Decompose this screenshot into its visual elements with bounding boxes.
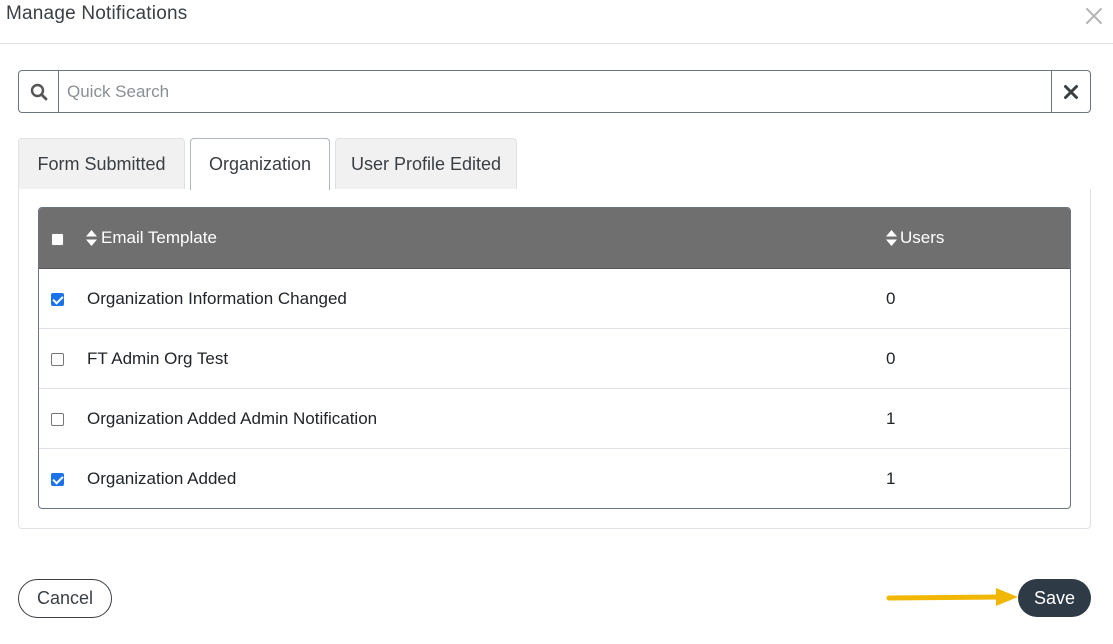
tab-user-profile-edited[interactable]: User Profile Edited <box>335 138 517 189</box>
cancel-button[interactable]: Cancel <box>18 579 112 618</box>
tab-form-submitted[interactable]: Form Submitted <box>18 138 185 189</box>
table-row: Organization Added 1 <box>39 449 1070 508</box>
template-name: Organization Information Changed <box>87 289 347 308</box>
sort-icon <box>886 230 897 246</box>
row-checkbox[interactable] <box>51 412 64 426</box>
tab-label: User Profile Edited <box>350 153 502 174</box>
table-row: FT Admin Org Test 0 <box>39 329 1070 389</box>
search-icon <box>30 83 47 100</box>
template-name: Organization Added Admin Notification <box>87 409 378 428</box>
column-header-label: Email Template <box>101 228 217 247</box>
row-checkbox[interactable] <box>51 352 64 366</box>
tab-label: Form Submitted <box>37 153 166 174</box>
column-header-users[interactable]: Users <box>886 208 944 268</box>
arrow-icon <box>886 588 1018 606</box>
close-icon[interactable] <box>1085 7 1103 25</box>
table-row: Organization Information Changed 0 <box>39 269 1070 329</box>
table-header: Email Template Users <box>39 208 1070 269</box>
notifications-table: Email Template Users Organization Inform… <box>38 207 1071 509</box>
users-count: 0 <box>886 349 896 368</box>
modal-title: Manage Notifications <box>6 3 188 24</box>
column-header-email-template[interactable]: Email Template <box>86 208 217 268</box>
clear-search-button[interactable] <box>1051 71 1090 112</box>
search-addon <box>19 71 59 112</box>
row-checkbox[interactable] <box>51 472 64 486</box>
table-row: Organization Added Admin Notification 1 <box>39 389 1070 449</box>
close-icon <box>1064 84 1078 99</box>
users-count: 0 <box>886 289 896 308</box>
template-name: FT Admin Org Test <box>87 349 229 368</box>
template-name: Organization Added <box>87 469 237 488</box>
column-header-label: Users <box>900 228 945 247</box>
select-all-checkbox[interactable] <box>51 233 64 246</box>
select-all-cell <box>51 208 64 268</box>
tab-organization[interactable]: Organization <box>190 138 330 190</box>
users-count: 1 <box>886 469 896 488</box>
tab-label: Organization <box>208 154 312 174</box>
save-button[interactable]: Save <box>1018 579 1091 617</box>
sort-icon <box>86 230 97 246</box>
modal-header: Manage Notifications <box>0 0 1113 44</box>
search-bar <box>18 70 1091 113</box>
row-checkbox[interactable] <box>51 292 64 306</box>
users-count: 1 <box>886 409 896 428</box>
search-input[interactable] <box>59 71 1051 112</box>
